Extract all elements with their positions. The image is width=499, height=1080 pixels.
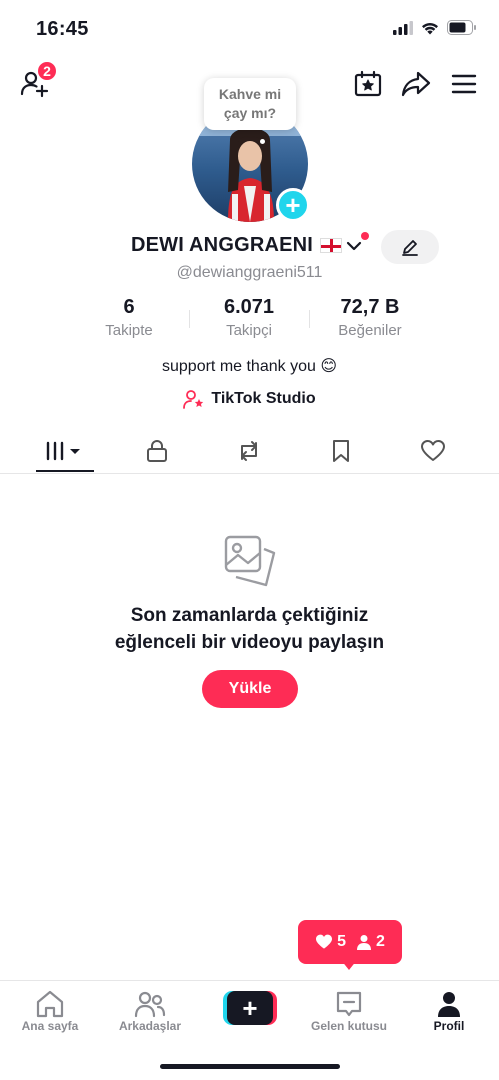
- account-switch-dot: [361, 232, 369, 240]
- active-tab-indicator: [36, 470, 94, 472]
- profile-bio: support me thank you 😊: [162, 358, 337, 375]
- creator-star-icon: [183, 390, 204, 409]
- chevron-down-icon[interactable]: [346, 238, 362, 254]
- inbox-icon: [336, 991, 362, 1017]
- pencil-icon: [402, 240, 418, 256]
- home-indicator: [160, 1064, 340, 1069]
- person-filled-icon: [357, 935, 371, 950]
- username: @dewianggraeni511: [176, 264, 323, 281]
- bookmark-icon: [333, 440, 349, 462]
- toast-tail: [341, 960, 357, 970]
- share-profile-button[interactable]: [396, 64, 436, 104]
- studio-label: TikTok Studio: [211, 390, 316, 407]
- create-icon: +: [227, 991, 273, 1025]
- stat-label: Takipçi: [226, 322, 272, 339]
- tab-private[interactable]: [127, 434, 187, 468]
- display-name: DEWI ANGGRAENI: [131, 234, 314, 256]
- likes-activity: 5: [315, 933, 346, 951]
- profile-icon: [438, 992, 460, 1017]
- status-bar: 16:45: [0, 0, 499, 58]
- bottom-nav: Ana sayfa Arkadaşlar + Gelen kutusu Prof…: [0, 980, 499, 1040]
- bubble-line-2: çay mı?: [223, 105, 277, 121]
- photos-icon: [224, 535, 276, 587]
- status-time: 16:45: [36, 18, 89, 40]
- england-flag-icon: [320, 238, 342, 253]
- stat-likes[interactable]: 72,7 B Beğeniler: [310, 296, 430, 339]
- stat-value: 6: [123, 296, 135, 318]
- tab-videos[interactable]: [35, 434, 95, 468]
- activity-toast[interactable]: 5 2: [298, 920, 402, 964]
- profile-stats: 6 Takipte 6.071 Takipçi 72,7 B Beğeniler: [0, 296, 499, 342]
- stat-value: 72,7 B: [340, 296, 400, 318]
- empty-state-title: Son zamanlarda çektiğiniz eğlenceli bir …: [0, 602, 499, 656]
- stat-following[interactable]: 6 Takipte: [69, 296, 189, 339]
- tab-favorites[interactable]: [311, 434, 371, 468]
- menu-button[interactable]: [444, 64, 484, 104]
- followers-count: 2: [376, 933, 385, 950]
- status-icons: [393, 20, 477, 35]
- nav-label: Gelen kutusu: [310, 1019, 387, 1033]
- battery-icon: [447, 20, 476, 35]
- stat-followers[interactable]: 6.071 Takipçi: [189, 296, 309, 339]
- edit-profile-button[interactable]: [381, 230, 439, 264]
- nav-profile[interactable]: Profil: [399, 989, 499, 1033]
- home-icon: [36, 990, 64, 1018]
- grid-columns-icon: [46, 441, 80, 461]
- add-story-button[interactable]: +: [276, 188, 310, 222]
- stat-value: 6.071: [223, 296, 275, 318]
- upload-button[interactable]: Yükle: [202, 670, 298, 708]
- nav-friends[interactable]: Arkadaşlar: [100, 989, 200, 1033]
- bubble-line-1: Kahve mi: [218, 86, 282, 102]
- share-arrow-icon: [401, 71, 431, 97]
- empty-state-line-2: eğlenceli bir videoyu paylaşın: [114, 632, 385, 653]
- story-note-bubble[interactable]: Kahve mi çay mı?: [204, 78, 296, 130]
- calendar-button[interactable]: [348, 64, 388, 104]
- calendar-star-icon: [354, 70, 382, 97]
- nav-label: Ana sayfa: [21, 1019, 79, 1033]
- nav-label: Profil: [433, 1019, 465, 1033]
- signal-icon: [393, 20, 413, 35]
- empty-state-line-1: Son zamanlarda çektiğiniz: [130, 605, 369, 626]
- tiktok-studio-link[interactable]: TikTok Studio: [0, 388, 499, 410]
- repost-icon: [241, 441, 257, 461]
- bubble-dot: [260, 139, 265, 144]
- stat-label: Takipte: [105, 322, 153, 339]
- create-button[interactable]: +: [223, 991, 277, 1025]
- heart-icon: [421, 440, 445, 461]
- content-tabs: [0, 428, 499, 474]
- notification-badge: 2: [36, 60, 58, 82]
- tab-liked[interactable]: [403, 434, 463, 468]
- hamburger-menu-icon: [451, 74, 477, 94]
- followers-activity: 2: [356, 933, 385, 951]
- nav-inbox[interactable]: Gelen kutusu: [299, 989, 399, 1033]
- friends-icon: [134, 991, 166, 1018]
- wifi-icon: [422, 22, 438, 34]
- tab-reposts[interactable]: [219, 434, 279, 468]
- stat-label: Beğeniler: [338, 322, 402, 339]
- heart-filled-icon: [316, 934, 333, 949]
- lock-icon: [147, 440, 167, 462]
- likes-count: 5: [337, 933, 346, 950]
- nav-label: Arkadaşlar: [118, 1019, 182, 1033]
- nav-home[interactable]: Ana sayfa: [0, 989, 100, 1033]
